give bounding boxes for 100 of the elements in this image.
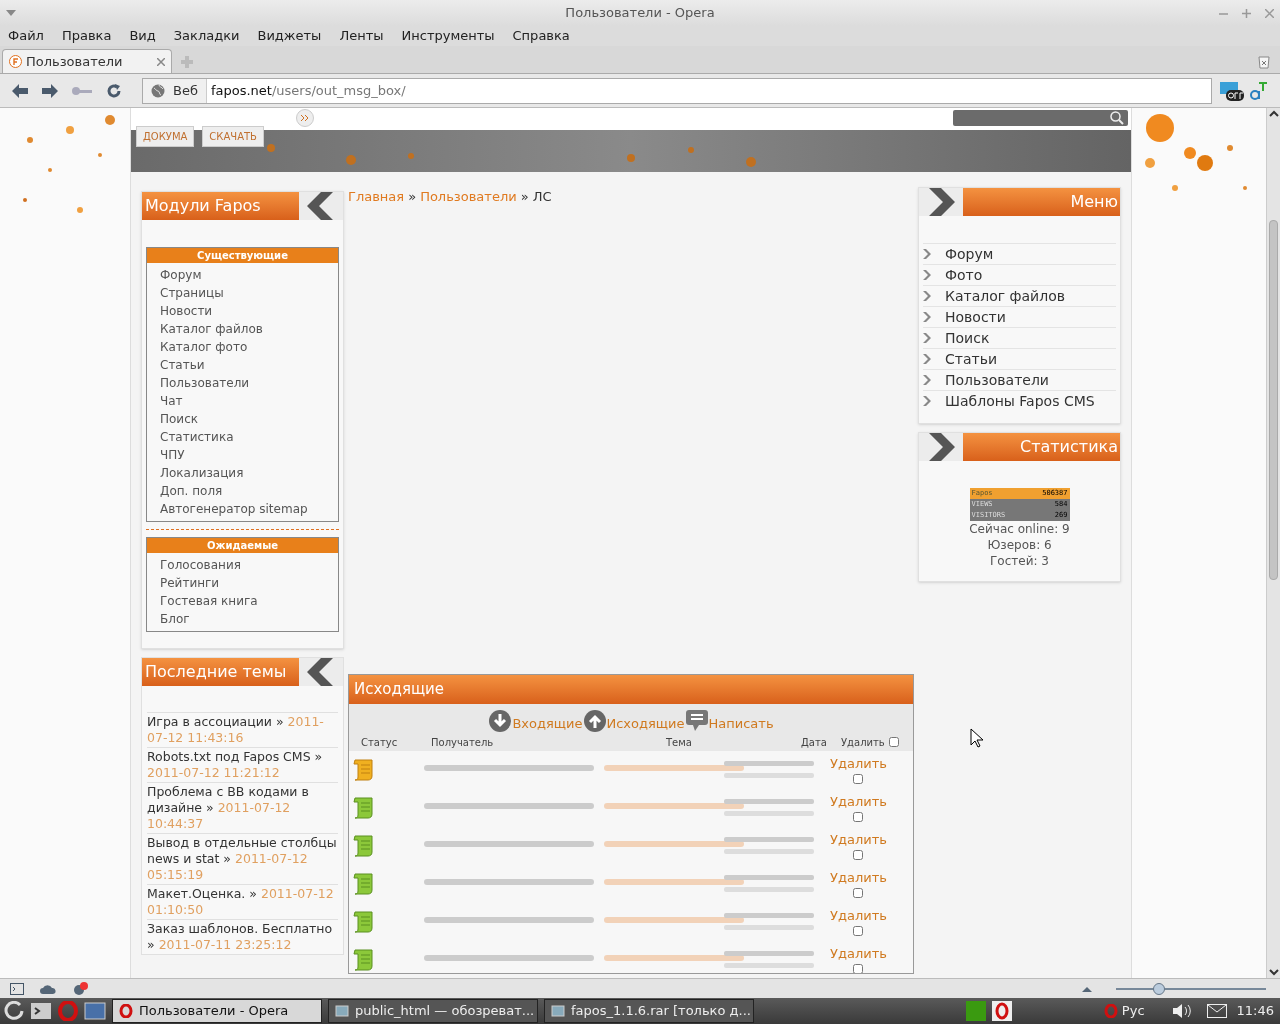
row-checkbox[interactable] [853,926,864,936]
workspace-indicator[interactable] [965,1001,986,1021]
taskbar-button[interactable]: public_html — обозреват... [328,999,538,1023]
module-item[interactable]: Доп. поля [160,482,338,500]
block-title: Последние темы [144,661,288,683]
chevron-icon [923,249,931,259]
module-item[interactable]: Статистика [160,428,338,446]
opera-icon[interactable] [991,1001,1012,1021]
taskbar-button[interactable]: fapos_1.1.6.rar [только д... [544,999,754,1023]
row-checkbox[interactable] [853,812,864,822]
module-item[interactable]: Новости [160,302,338,320]
scrollbar[interactable] [1266,108,1280,978]
menu-link[interactable]: Поиск [923,327,1116,348]
close-tab-icon[interactable] [157,57,165,66]
scrollbar-thumb[interactable] [1269,220,1278,580]
cloud-icon[interactable] [40,983,56,994]
module-item[interactable]: Статьи [160,356,338,374]
menu-item[interactable]: Виджеты [257,26,322,46]
topic-entry[interactable]: Robots.txt под Fapos CMS » 2011-07-12 11:21:12 [147,747,338,782]
scroll-down-icon[interactable] [1267,966,1280,978]
maximize-icon[interactable] [1242,8,1251,18]
menu-item[interactable]: Справка [512,26,570,46]
more-button[interactable] [296,109,314,127]
column-header: Получатель [430,735,495,750]
opera-icon [119,1004,133,1018]
menu-link[interactable]: Шаблоны Fapos CMS [923,390,1116,411]
row-checkbox[interactable] [853,888,864,898]
menu-item[interactable]: Правка [61,26,112,46]
module-item[interactable]: Каталог файлов [160,320,338,338]
module-item[interactable]: ЧПУ [160,446,338,464]
close-icon[interactable] [1265,8,1274,18]
mail-icon[interactable] [1206,1004,1227,1018]
panel-toggle-icon[interactable] [10,982,24,995]
zoom-up-icon[interactable] [1082,985,1092,992]
menu-item[interactable]: Файл [8,26,44,46]
mouse-cursor-icon [970,728,984,748]
menu-link[interactable]: Пользователи [923,369,1116,390]
desktop-icon[interactable] [84,1001,106,1021]
module-item[interactable]: Страницы [160,284,338,302]
taskbar-button[interactable]: Пользователи - Opera [112,999,322,1023]
topic-entry[interactable]: Макет.Оценка. » 2011-07-12 01:10:50 [147,884,338,919]
stat-line: Юзеров: 6 [987,537,1052,553]
search-field[interactable] [953,110,1128,126]
double-chevron-icon [301,115,309,121]
topic-entry[interactable]: Игра в ассоциации » 2011-07-12 11:43:16 [147,712,338,747]
module-item[interactable]: Каталог фото [160,338,338,356]
chevron-icon [923,270,931,280]
menu-link[interactable]: Статьи [923,348,1116,369]
topic-entry[interactable]: Вывод в отдельные столбцы news и stat » 2011-07-12 05:15:19 [147,833,338,884]
module-item[interactable]: Поиск [160,410,338,428]
notification-icon[interactable] [72,981,88,996]
module-item[interactable]: Блог [160,610,338,628]
chevron-icon [923,396,931,406]
chevron-icon [923,333,931,343]
turbo-off-icon[interactable] [1220,80,1244,101]
start-menu-icon[interactable] [4,1001,24,1021]
chevron-icon [923,375,931,385]
menu-link[interactable]: Каталог файлов [923,285,1116,306]
menu-item[interactable]: Вид [129,26,156,46]
chevron-icon [923,291,931,301]
menu-link[interactable]: Новости [923,306,1116,327]
back-icon[interactable] [12,83,28,98]
topic-entry[interactable]: Проблема с BB кодами в дизайне » 2011-07-12 10:44:37 [147,782,338,833]
module-item[interactable]: Пользователи [160,374,338,392]
volume-icon[interactable] [1170,1003,1191,1019]
module-item[interactable]: Голосования [160,556,338,574]
module-item[interactable]: Чат [160,392,338,410]
translate-icon[interactable] [1250,80,1268,101]
keyboard-layout[interactable]: Рус [1103,1001,1145,1021]
module-item[interactable]: Форум [160,266,338,284]
reload-icon[interactable] [106,82,122,99]
menu-item[interactable]: Ленты [339,26,384,46]
row-checkbox[interactable] [853,964,864,973]
module-item[interactable]: Гостевая книга [160,592,338,610]
row-checkbox[interactable] [853,774,864,784]
module-item[interactable]: Рейтинги [160,574,338,592]
block-title: Меню [1069,191,1119,213]
breadcrumb-separator: » [520,188,529,206]
menu-item[interactable]: Закладки [173,26,240,46]
breadcrumb-separator: » [408,188,417,206]
module-item[interactable]: Локализация [160,464,338,482]
chevron-icon [923,312,931,322]
terminal-icon[interactable] [30,1001,52,1021]
zoom-slider[interactable] [1116,982,1266,995]
trash-icon[interactable] [1257,55,1271,69]
select-all-checkbox[interactable] [888,737,899,747]
forward-icon[interactable] [42,83,58,98]
browser-tab[interactable]: Пользователи [2,49,172,73]
slider-thumb[interactable] [1153,982,1166,995]
menu-item[interactable]: Инструменты [401,26,495,46]
chevron-icon [923,354,931,364]
row-checkbox[interactable] [853,850,864,860]
topic-entry[interactable]: Заказ шаблонов. Бесплатно » 2011-07-11 23:25:12 [147,919,338,954]
menu-link[interactable]: Форум [923,243,1116,264]
breadcrumb-current: ЛС [532,188,552,206]
window-title: Пользователи - Opera [565,5,715,21]
panel-title: Исходящие [349,675,913,704]
menu-link[interactable]: Фото [923,264,1116,285]
block-title: Статистика [1019,436,1119,458]
module-item[interactable]: Автогенератор sitemap [160,500,338,518]
